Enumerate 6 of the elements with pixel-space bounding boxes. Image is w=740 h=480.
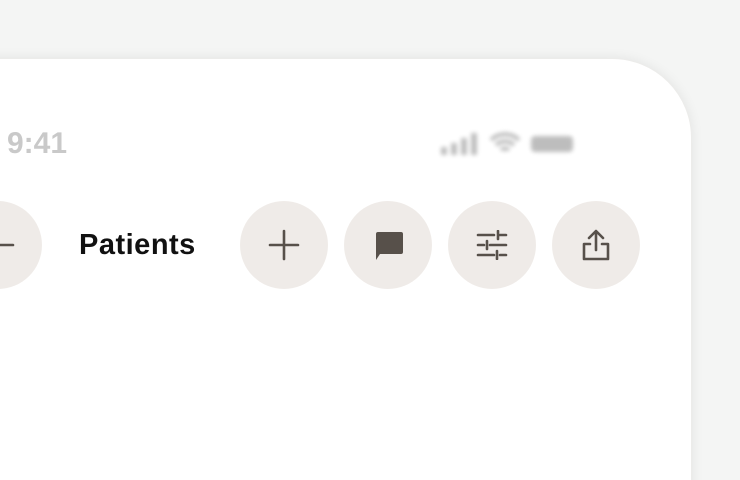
plus-icon <box>268 229 300 261</box>
signal-icon <box>441 133 479 155</box>
page-title: Patients <box>79 228 196 262</box>
share-icon <box>580 228 611 262</box>
settings-icon <box>476 230 508 260</box>
battery-icon <box>531 134 575 154</box>
